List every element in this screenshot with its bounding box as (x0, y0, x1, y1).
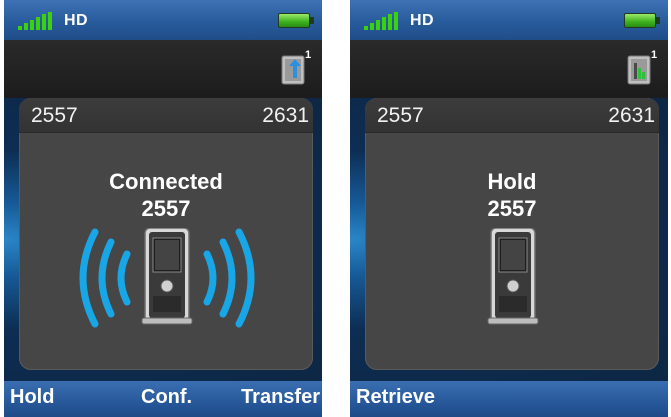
top-bar: 1 (4, 40, 322, 98)
line-row: 2557 2631 (19, 98, 313, 133)
call-area: 2557 2631 Hold 2557 (350, 98, 668, 381)
call-number: 2557 (141, 196, 191, 221)
softkey-bar: Retrieve (350, 381, 668, 417)
phone-icon (487, 228, 539, 325)
battery-full-icon (624, 13, 660, 28)
hd-label: HD (410, 12, 435, 29)
phone-ringing-waves-icon (79, 228, 255, 328)
status-bar: HD (350, 0, 668, 40)
call-status-label: Connected (109, 169, 223, 194)
battery-full-icon (278, 13, 314, 28)
line-number-right: 2631 (608, 104, 655, 127)
signal-bars-icon (18, 12, 52, 30)
hd-label: HD (64, 12, 89, 29)
call-panel: 2557 2631 Hold 2557 (365, 98, 659, 370)
queue-badge: 1 (305, 49, 311, 61)
call-status: Connected 2557 (19, 168, 313, 222)
call-number: 2557 (487, 196, 537, 221)
conference-softkey[interactable]: Conf. (141, 386, 192, 409)
call-panel: 2557 2631 Connected 2557 (19, 98, 313, 370)
phone-screen-hold: HD 1 2557 2631 Hold 2557 Retrieve (350, 0, 668, 417)
line-number-right: 2631 (262, 104, 309, 127)
status-bar: HD (4, 0, 322, 40)
call-status-label: Hold (487, 169, 537, 194)
softkey-bar: Hold Conf. Transfer (4, 381, 322, 417)
signal-bars-icon (364, 12, 398, 30)
top-bar: 1 (350, 40, 668, 98)
retrieve-softkey[interactable]: Retrieve (356, 386, 435, 409)
line-number-left: 2557 (31, 104, 78, 127)
phone-screen-connected: HD 1 2557 2631 Connected 2557 Hold Conf.… (4, 0, 322, 417)
transfer-softkey[interactable]: Transfer (241, 386, 320, 409)
queue-badge: 1 (651, 49, 657, 61)
line-number-left: 2557 (377, 104, 424, 127)
call-area: 2557 2631 Connected 2557 (4, 98, 322, 381)
line-row: 2557 2631 (365, 98, 659, 133)
call-status: Hold 2557 (365, 168, 659, 222)
call-hold-queue-icon[interactable]: 1 (626, 48, 660, 88)
call-transfer-queue-icon[interactable]: 1 (280, 48, 314, 88)
hold-softkey[interactable]: Hold (10, 386, 54, 409)
